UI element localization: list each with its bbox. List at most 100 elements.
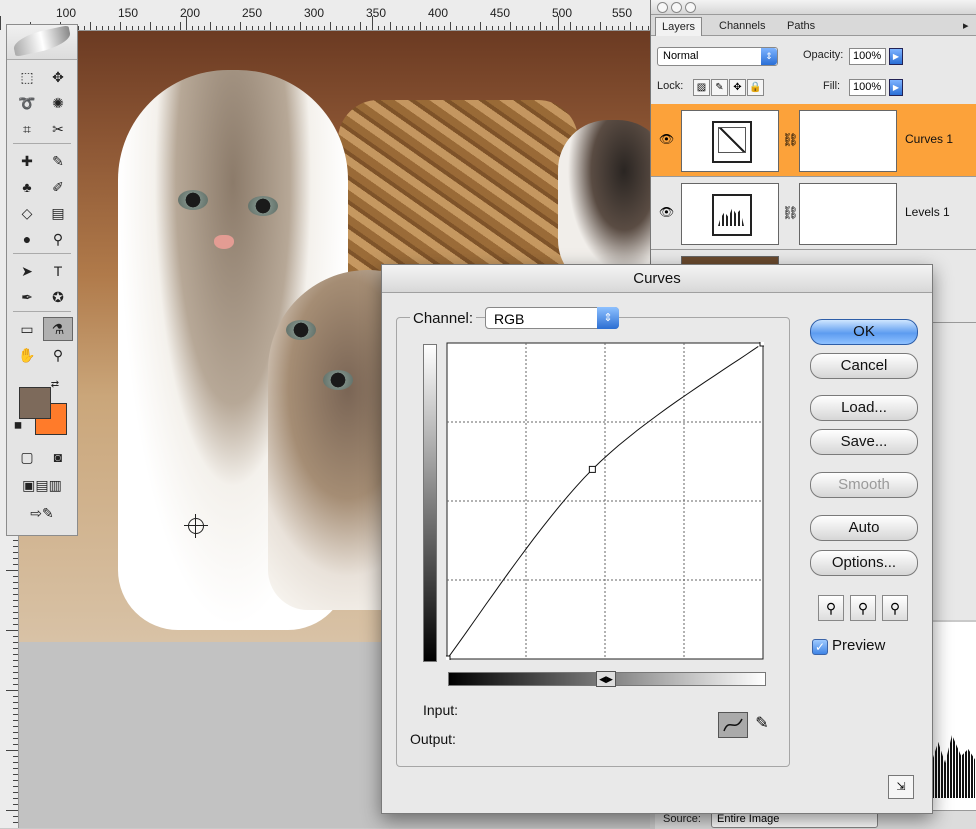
palette-menu-icon[interactable]: ▸ (957, 17, 975, 35)
ruler-tick (288, 26, 289, 30)
screen-mode-icons[interactable]: ▣▤▥ (12, 473, 72, 497)
ruler-tick (246, 26, 247, 30)
crop-tool-icon[interactable]: ⌗ (12, 117, 42, 141)
layer-row-curves[interactable]: 👁 ⛓ Curves 1 (651, 104, 976, 177)
blend-mode-select[interactable]: Normal ⇕ (657, 47, 778, 66)
ruler-tick (468, 26, 469, 30)
preview-checkbox[interactable]: ✓ (812, 639, 828, 655)
channel-select[interactable]: RGB ⇕ (485, 307, 619, 329)
slice-tool-icon[interactable]: ✂ (43, 117, 73, 141)
gradient-toggle-icon[interactable]: ◀▶ (596, 671, 616, 687)
lock-all-icon[interactable]: 🔒 (747, 79, 764, 96)
toolbox-palette[interactable]: ⬚ ✥ ➰ ✺ ⌗ ✂ ✚ ✎ ♣ ✐ ◇ ▤ ● ⚲ ➤ T ✒ ✪ ▭ ⚗ … (6, 24, 78, 536)
tab-layers[interactable]: Layers (655, 17, 703, 36)
quick-mask-icon[interactable]: ◙ (43, 445, 73, 469)
photo-eye (178, 190, 208, 210)
expand-view-icon[interactable]: ⇲ (888, 775, 914, 799)
smooth-button[interactable]: Smooth (810, 472, 918, 498)
tab-channels[interactable]: Channels (713, 17, 771, 35)
curves-dialog[interactable]: Curves Channel: RGB ⇕ ◀▶ Input: Output: … (381, 264, 933, 814)
ruler-label: 450 (490, 6, 511, 20)
notes-tool-icon[interactable]: ▭ (12, 317, 42, 341)
ruler-tick (240, 22, 241, 30)
curve-control-point[interactable] (446, 655, 451, 660)
ruler-tick (108, 26, 109, 30)
curve-graph[interactable] (446, 342, 764, 660)
zoom-tool-icon[interactable]: ⚲ (43, 343, 73, 367)
zoom-icon[interactable] (685, 2, 696, 13)
load-button[interactable]: Load... (810, 395, 918, 421)
ruler-tick (180, 22, 181, 30)
tab-paths[interactable]: Paths (781, 17, 821, 35)
jump-to-imageready-icon[interactable]: ⇨✎ (12, 501, 72, 525)
minimize-icon[interactable] (671, 2, 682, 13)
gradient-tool-icon[interactable]: ▤ (43, 201, 73, 225)
swap-colors-icon[interactable]: ⇄ (47, 377, 63, 393)
move-tool-icon[interactable]: ✥ (43, 65, 73, 89)
default-colors-icon[interactable]: ◼ (11, 419, 25, 433)
shape-tool-icon[interactable]: ✪ (43, 285, 73, 309)
lock-position-icon[interactable]: ✥ (729, 79, 746, 96)
ruler-tick (378, 26, 379, 30)
clone-stamp-icon[interactable]: ♣ (12, 175, 42, 199)
options-button[interactable]: Options... (810, 550, 918, 576)
ok-button[interactable]: OK (810, 319, 918, 345)
toolbox-header[interactable] (7, 25, 77, 60)
black-point-eyedropper-icon[interactable]: ⚲ (818, 595, 844, 621)
standard-mode-icon[interactable]: ▢ (12, 445, 42, 469)
eye-visibility-icon[interactable]: 👁 (659, 132, 674, 146)
eyedropper-tool-icon[interactable]: ⚗ (43, 317, 73, 341)
white-point-eyedropper-icon[interactable]: ⚲ (882, 595, 908, 621)
preview-label[interactable]: Preview (832, 637, 885, 654)
dodge-tool-icon[interactable]: ⚲ (43, 227, 73, 251)
link-chain-icon[interactable]: ⛓ (782, 205, 799, 221)
lock-transparency-icon[interactable]: ▨ (693, 79, 710, 96)
curve-control-point[interactable] (588, 465, 596, 473)
fill-slider-arrow-icon[interactable]: ▶ (889, 79, 903, 96)
cancel-button[interactable]: Cancel (810, 353, 918, 379)
ruler-tick (13, 816, 18, 817)
layer-mask-thumbnail[interactable] (799, 183, 897, 245)
dialog-title: Curves (382, 265, 932, 293)
ruler-tick (480, 22, 481, 30)
magic-wand-icon[interactable]: ✺ (43, 91, 73, 115)
palette-titlebar[interactable] (651, 0, 976, 15)
source-label: Source: (663, 813, 701, 825)
layer-row-levels[interactable]: 👁 ⛓ Levels 1 (651, 177, 976, 250)
history-brush-icon[interactable]: ✐ (43, 175, 73, 199)
ruler-tick (444, 26, 445, 30)
lock-image-icon[interactable]: ✎ (711, 79, 728, 96)
auto-button[interactable]: Auto (810, 515, 918, 541)
link-chain-icon[interactable]: ⛓ (782, 132, 799, 148)
opacity-slider-arrow-icon[interactable]: ▶ (889, 48, 903, 65)
opacity-field[interactable]: 100% (849, 48, 886, 65)
ruler-tick (348, 26, 349, 30)
curve-tool-icon[interactable] (718, 712, 748, 738)
ruler-tick (606, 26, 607, 30)
layer-mask-thumbnail[interactable] (799, 110, 897, 172)
save-button[interactable]: Save... (810, 429, 918, 455)
eraser-tool-icon[interactable]: ◇ (12, 201, 42, 225)
path-select-icon[interactable]: ➤ (12, 259, 42, 283)
type-tool-icon[interactable]: T (43, 259, 73, 283)
close-icon[interactable] (657, 2, 668, 13)
healing-brush-icon[interactable]: ✚ (12, 149, 42, 173)
brush-tool-icon[interactable]: ✎ (43, 149, 73, 173)
gray-point-eyedropper-icon[interactable]: ⚲ (850, 595, 876, 621)
ruler-tick (13, 654, 18, 655)
ruler-tick (438, 26, 439, 30)
curve-control-point[interactable] (759, 342, 764, 347)
pencil-tool-icon[interactable]: ✎ (748, 712, 776, 736)
ruler-tick (13, 648, 18, 649)
fill-field[interactable]: 100% (849, 79, 886, 96)
eye-visibility-icon[interactable]: 👁 (659, 205, 674, 219)
blur-tool-icon[interactable]: ● (12, 227, 42, 251)
lasso-tool-icon[interactable]: ➰ (12, 91, 42, 115)
ruler-tick (420, 22, 421, 30)
toolbox-divider (13, 253, 71, 254)
ruler-tick (150, 22, 151, 30)
pen-tool-icon[interactable]: ✒ (12, 285, 42, 309)
hand-tool-icon[interactable]: ✋ (12, 343, 42, 367)
marquee-tool-icon[interactable]: ⬚ (12, 65, 42, 89)
ruler-tick (13, 582, 18, 583)
